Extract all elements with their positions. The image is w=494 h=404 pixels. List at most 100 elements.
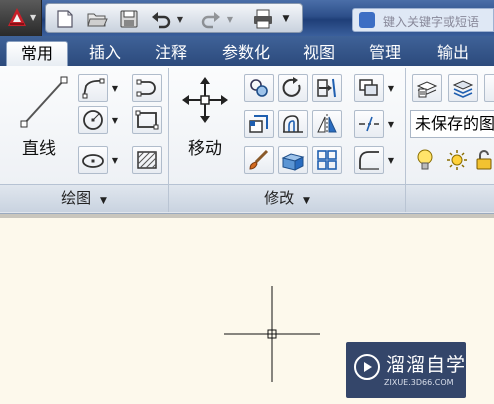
layer-on-toggle[interactable] <box>414 148 436 172</box>
array-icon <box>359 79 378 96</box>
draw-panel-footer[interactable]: 绘图 ▼ <box>0 184 168 212</box>
open-file-button[interactable] <box>84 7 110 31</box>
play-icon <box>354 354 380 380</box>
tab-manage[interactable]: 管理 <box>356 41 414 66</box>
folder-open-icon <box>87 13 108 27</box>
tab-home[interactable]: 常用 <box>6 41 68 66</box>
layer-lock-toggle[interactable] <box>474 148 494 172</box>
circle-dropdown[interactable]: ▼ <box>110 106 120 134</box>
undo-icon <box>152 12 171 29</box>
grid-array-button[interactable] <box>312 146 342 174</box>
arc-icon <box>136 79 156 97</box>
arc-button[interactable] <box>132 74 162 102</box>
redo-button[interactable] <box>198 7 224 31</box>
tab-view[interactable]: 视图 <box>292 41 346 66</box>
new-file-icon <box>57 10 73 28</box>
offset-icon <box>283 115 303 133</box>
chevron-down-icon: ▼ <box>111 115 119 125</box>
rotate-button[interactable] <box>278 74 308 102</box>
hatch-button[interactable] <box>132 146 162 174</box>
circle-button[interactable] <box>78 106 108 134</box>
brush-icon <box>249 149 269 170</box>
move-tool-button[interactable]: 移动 <box>176 72 238 172</box>
scale-dropdown[interactable]: ▼ <box>386 110 396 138</box>
search-input-text: 键入关键字或短语 <box>383 15 480 29</box>
ellipse-icon <box>82 154 104 168</box>
drawing-canvas[interactable]: 溜溜自学 ZIXUE.3D66.COM <box>0 214 494 404</box>
mirror-icon <box>317 114 337 134</box>
chevron-down-icon: ▼ <box>387 83 395 93</box>
redo-icon <box>201 12 220 29</box>
application-menu-button[interactable]: ▼ <box>0 0 42 36</box>
trim-icon <box>317 78 336 98</box>
chevron-down-icon: ▼ <box>282 14 290 24</box>
chevron-down-icon: ▼ <box>387 155 395 165</box>
ribbon-tab-bar: 常用 插入 注释 参数化 视图 管理 输出 <box>0 36 494 66</box>
ribbon-panel: 直线 ▼ ▼ ▼ 绘图 ▼ 移动 ▼ ▼ ▼ 修改 ▼ 未保存的图 <box>0 66 494 214</box>
new-file-button[interactable] <box>52 7 78 31</box>
modify-panel-footer[interactable]: 修改 ▼ <box>169 184 405 212</box>
search-input[interactable]: 键入关键字或短语 <box>352 8 494 32</box>
undo-button[interactable] <box>148 7 174 31</box>
light-bulb-icon <box>417 149 433 170</box>
undo-dropdown[interactable]: ▼ <box>174 7 186 31</box>
draw-panel-title: 绘图 <box>61 189 92 207</box>
unlock-icon <box>476 150 492 170</box>
line-tool-button[interactable]: 直线 <box>8 72 74 172</box>
layer-freeze-toggle[interactable] <box>446 148 468 172</box>
layer-state-button[interactable] <box>448 74 478 102</box>
stretch-icon <box>249 115 268 133</box>
watermark-url: ZIXUE.3D66.COM <box>384 378 454 387</box>
stretch-button[interactable] <box>244 110 274 138</box>
grid-icon <box>317 150 337 170</box>
layer-properties-button[interactable] <box>412 74 442 102</box>
array-dropdown[interactable]: ▼ <box>386 74 396 102</box>
rectangle-button[interactable] <box>132 106 162 134</box>
array-button[interactable] <box>354 74 384 102</box>
ellipse-button[interactable] <box>78 146 108 174</box>
layer-stack-icon <box>452 80 474 98</box>
chevron-down-icon: ▼ <box>99 196 107 206</box>
layers-panel-footer[interactable] <box>406 184 494 212</box>
layer-extra-button[interactable] <box>484 74 494 102</box>
plot-button[interactable] <box>250 7 276 31</box>
autocad-logo-icon <box>8 8 26 26</box>
polyline-dropdown[interactable]: ▼ <box>110 74 120 102</box>
solid-edit-button[interactable] <box>278 146 308 174</box>
mirror-button[interactable] <box>312 110 342 138</box>
tab-parametric[interactable]: 参数化 <box>210 41 282 66</box>
tab-insert[interactable]: 插入 <box>74 41 136 66</box>
watermark-logo: 溜溜自学 ZIXUE.3D66.COM <box>346 342 466 398</box>
rotate-icon <box>282 77 301 97</box>
trim-button[interactable] <box>312 74 342 102</box>
circle-icon <box>83 110 103 130</box>
layer-properties-icon <box>416 81 438 98</box>
tab-annotate[interactable]: 注释 <box>142 41 200 66</box>
offset-button[interactable] <box>278 110 308 138</box>
chevron-down-icon: ▼ <box>111 155 119 165</box>
redo-dropdown[interactable]: ▼ <box>224 7 236 31</box>
hatch-icon <box>137 151 157 169</box>
customize-qat-button[interactable]: ▼ <box>276 7 296 31</box>
line-icon <box>20 76 68 128</box>
search-icon <box>359 12 375 28</box>
copy-button[interactable] <box>244 74 274 102</box>
tab-output[interactable]: 输出 <box>424 41 482 66</box>
box-3d-icon <box>281 153 305 171</box>
copy-icon <box>250 79 268 97</box>
save-button[interactable] <box>116 7 142 31</box>
save-icon <box>120 10 138 28</box>
polyline-button[interactable] <box>78 74 108 102</box>
ellipse-dropdown[interactable]: ▼ <box>110 146 120 174</box>
modify-panel-title: 修改 <box>264 189 295 207</box>
fillet-dropdown[interactable]: ▼ <box>386 146 396 174</box>
move-icon <box>182 77 228 123</box>
layer-dropdown[interactable]: 未保存的图 <box>410 110 494 138</box>
line-tool-label: 直线 <box>22 139 56 159</box>
fillet-button[interactable] <box>354 146 384 174</box>
sun-icon <box>447 150 467 170</box>
scale-button[interactable] <box>354 110 384 138</box>
chevron-down-icon: ▼ <box>30 13 37 22</box>
quick-access-toolbar: ▼ ▼ ▼ <box>45 3 303 33</box>
explode-button[interactable] <box>244 146 274 174</box>
